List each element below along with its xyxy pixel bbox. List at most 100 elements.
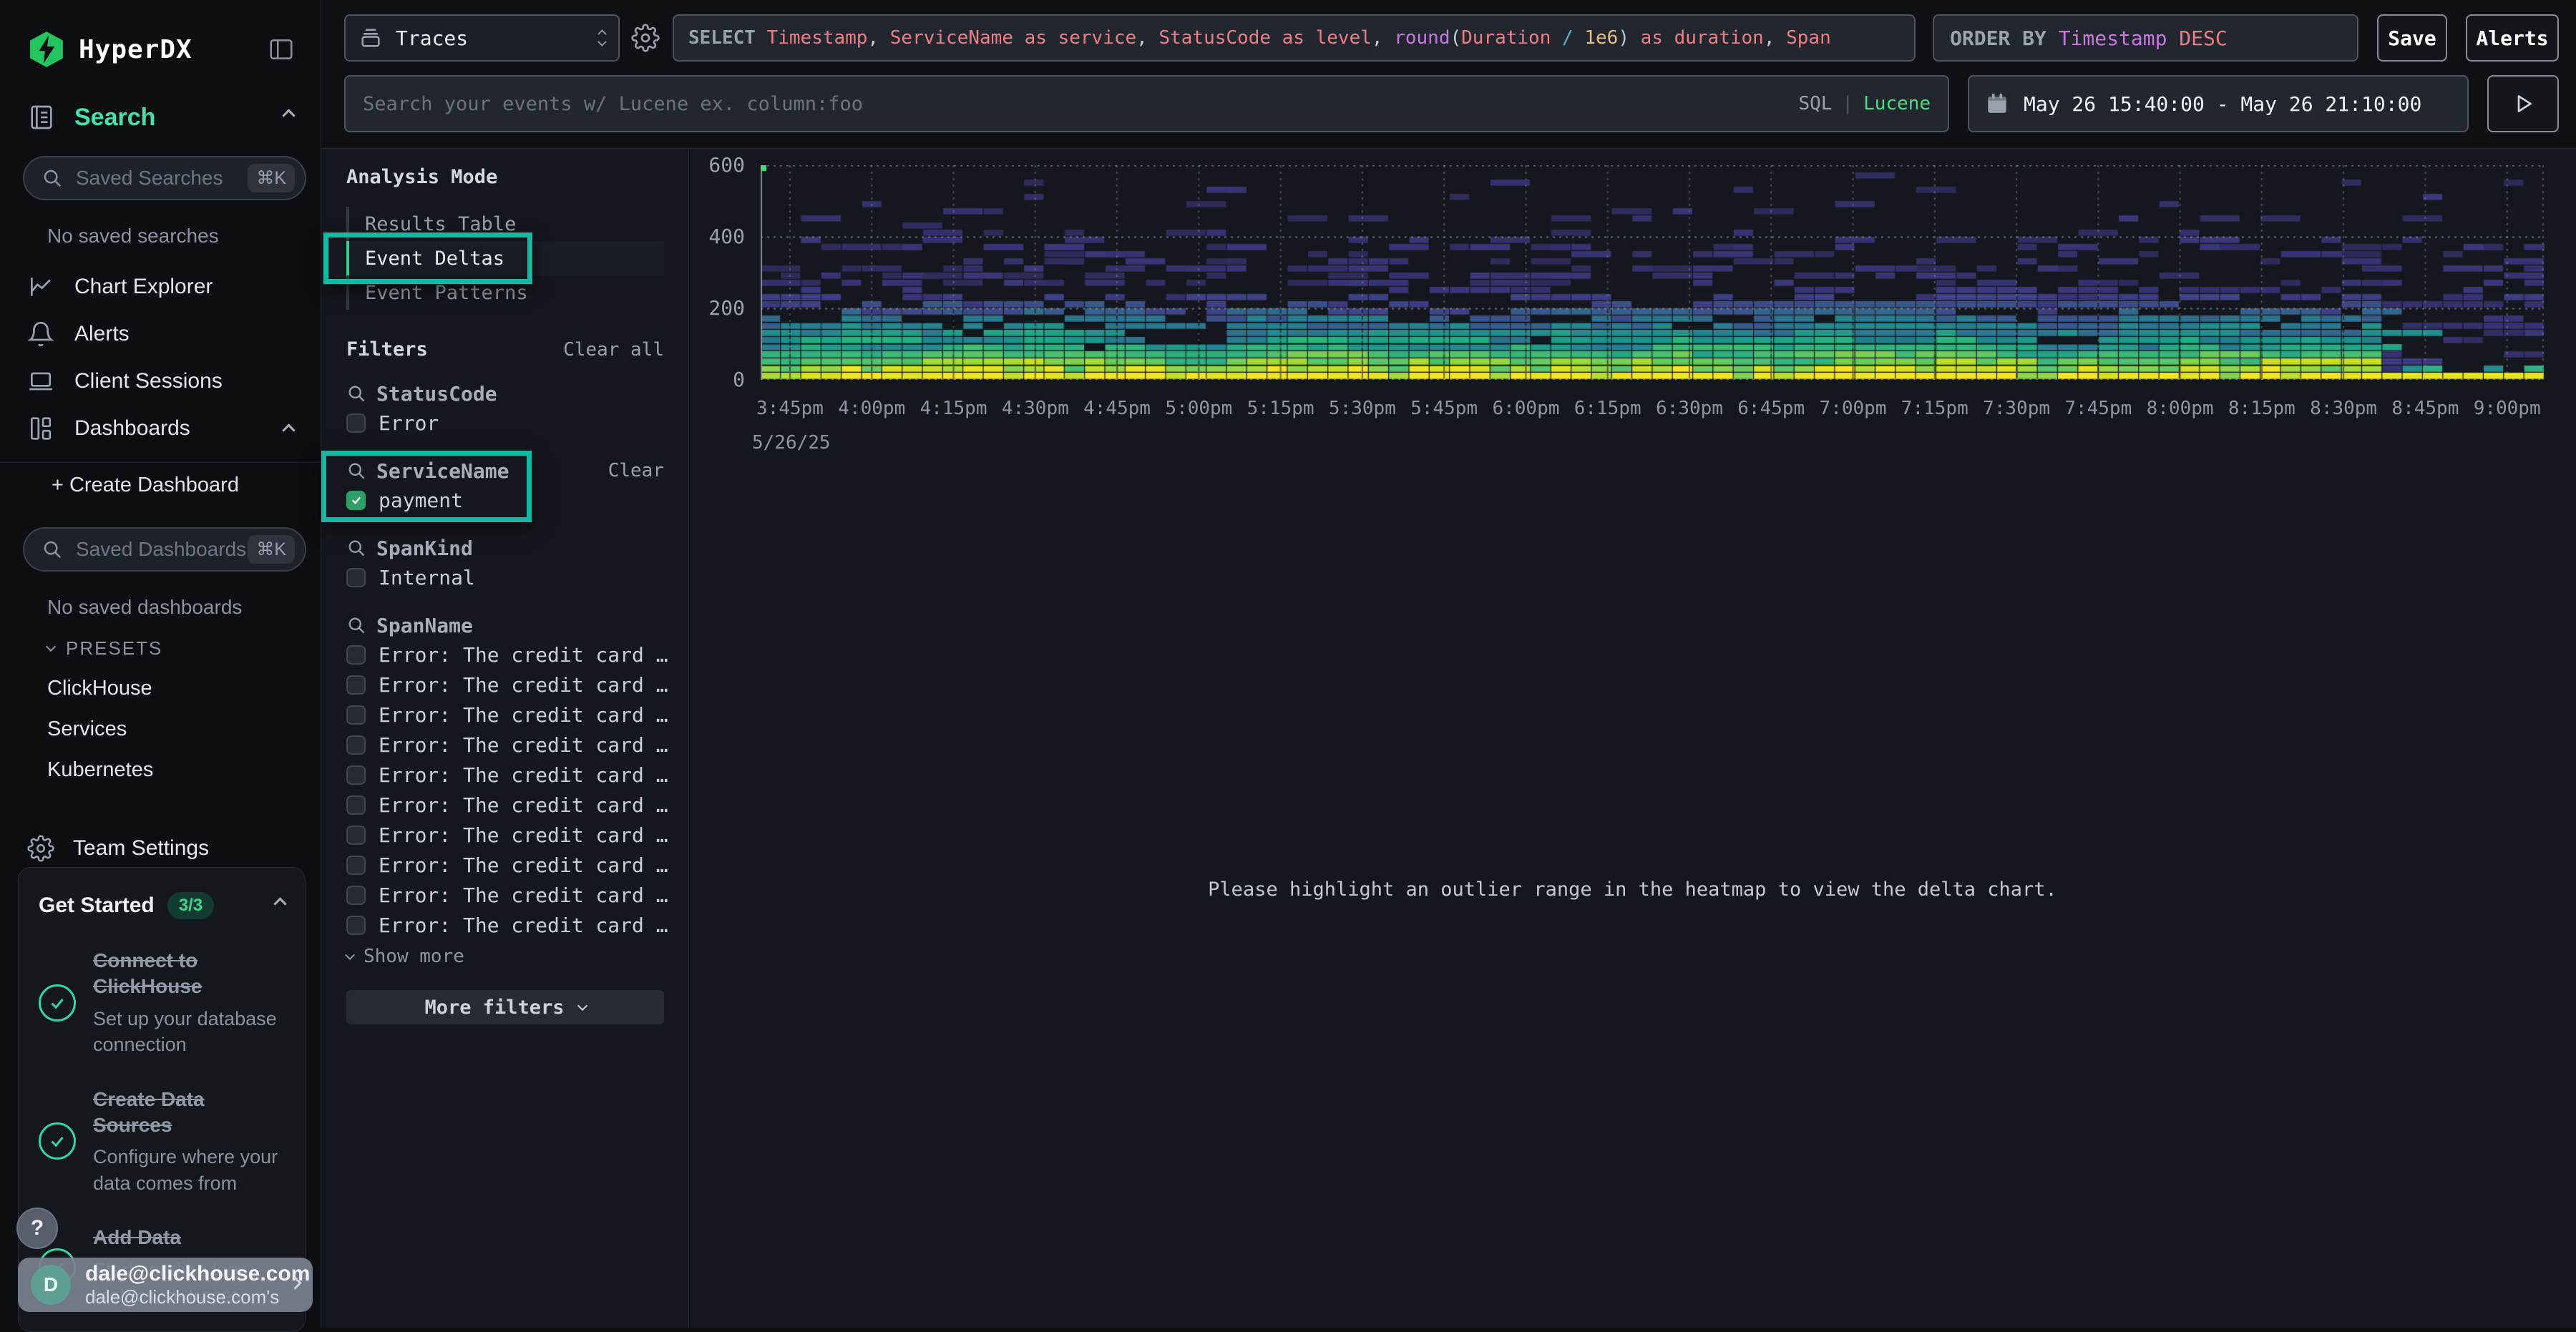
filter-option[interactable]: Error: The credit card … [346, 910, 664, 940]
saved-searches-input[interactable]: Saved Searches ⌘K [23, 156, 306, 200]
analysis-mode-list: Results Table Event Deltas Event Pattern… [346, 207, 664, 310]
chevron-up-icon[interactable] [284, 416, 293, 441]
preset-item-kubernetes[interactable]: Kubernetes [47, 758, 321, 782]
x-axis-tick: 5:30pm [1329, 398, 1396, 419]
checkbox[interactable] [346, 795, 366, 815]
filter-option-label: Error: The credit card … [379, 733, 668, 757]
get-started-item-subtitle: Configure where your data comes from [93, 1144, 285, 1196]
play-icon [2510, 91, 2536, 117]
check-circle-icon [39, 1122, 76, 1160]
checkbox[interactable] [346, 705, 366, 725]
search-input[interactable]: Search your events w/ Lucene ex. column:… [344, 75, 1949, 132]
sidebar-collapse-icon[interactable] [268, 36, 295, 63]
analysis-mode-results-table[interactable]: Results Table [346, 207, 664, 241]
sidebar-item-label: Alerts [74, 322, 130, 346]
heatmap-canvas[interactable] [761, 165, 2545, 380]
app-root: HyperDX Search Saved Searches ⌘K No save… [0, 0, 2576, 1328]
preset-item-clickhouse[interactable]: ClickHouse [47, 677, 321, 700]
filter-option[interactable]: Error [346, 408, 664, 438]
checkbox[interactable] [346, 675, 366, 695]
kbd-shortcut: ⌘K [248, 164, 295, 192]
filter-group-SpanName: SpanNameError: The credit card …Error: T… [346, 611, 664, 967]
filter-option[interactable]: Error: The credit card … [346, 850, 664, 880]
filter-option[interactable]: Error: The credit card … [346, 790, 664, 820]
checkbox[interactable] [346, 765, 366, 785]
sidebar-section-search[interactable]: Search [0, 103, 321, 132]
x-axis-tick: 6:00pm [1492, 398, 1559, 419]
get-started-item[interactable]: Explore Your Data [39, 1326, 285, 1332]
x-axis-tick: 3:45pm [756, 398, 824, 419]
filter-option[interactable]: Error: The credit card … [346, 820, 664, 850]
source-settings-button[interactable] [631, 14, 660, 62]
user-menu[interactable]: D dale@clickhouse.com dale@clickhouse.co… [18, 1258, 313, 1312]
checkbox[interactable] [346, 886, 366, 905]
x-axis-tick: 6:15pm [1574, 398, 1641, 419]
app-title: HyperDX [79, 35, 192, 64]
sidebar-item-dashboards[interactable]: Dashboards [0, 405, 321, 452]
filter-group-name: SpanName [376, 614, 473, 637]
date-range-picker[interactable]: May 26 15:40:00 - May 26 21:10:00 [1968, 75, 2469, 132]
user-email: dale@clickhouse.com [85, 1261, 291, 1286]
filter-option[interactable]: Internal [346, 562, 664, 592]
filter-clear-link[interactable]: Clear [608, 460, 664, 481]
main-content: Traces SELECT Timestamp, ServiceName as … [321, 0, 2576, 1328]
filter-option[interactable]: payment [346, 485, 664, 515]
calendar-icon [1985, 92, 2009, 116]
no-saved-dashboards-note: No saved dashboards [47, 596, 321, 619]
checkbox[interactable] [346, 735, 366, 755]
filter-option[interactable]: Error: The credit card … [346, 670, 664, 700]
sidebar-item-team-settings[interactable]: Team Settings [0, 835, 321, 862]
orderby-input[interactable]: ORDER BY Timestamp DESC [1933, 14, 2358, 62]
create-dashboard-button[interactable]: + Create Dashboard [0, 463, 321, 507]
search-icon [346, 538, 366, 558]
filter-option[interactable]: Error: The credit card … [346, 730, 664, 760]
checkbox[interactable] [346, 645, 366, 665]
sidebar-item-client-sessions[interactable]: Client Sessions [0, 358, 321, 405]
source-select[interactable]: Traces [344, 14, 620, 62]
x-axis-tick: 6:45pm [1737, 398, 1805, 419]
get-started-header[interactable]: Get Started 3/3 [39, 892, 285, 919]
chevron-up-icon[interactable] [284, 111, 293, 124]
filter-option[interactable]: Error: The credit card … [346, 640, 664, 670]
checkbox-checked[interactable] [346, 491, 366, 510]
search-icon [346, 615, 366, 635]
workspace: Analysis Mode Results Table Event Deltas… [321, 148, 2576, 1328]
save-button[interactable]: Save [2377, 14, 2447, 62]
preset-item-services[interactable]: Services [47, 718, 321, 741]
get-started-item[interactable]: Create Data Sources Configure where your… [39, 1087, 285, 1197]
show-more-link[interactable]: Show more [346, 946, 664, 967]
filter-option[interactable]: Error: The credit card … [346, 880, 664, 910]
checkbox[interactable] [346, 826, 366, 845]
presets-toggle[interactable]: PRESETS [47, 637, 321, 660]
orderby-query: ORDER BY Timestamp DESC [1950, 26, 2228, 50]
checkbox[interactable] [346, 568, 366, 587]
sidebar-section-search-label: Search [74, 104, 155, 132]
get-started-item-subtitle: Set up your database connection [93, 1006, 285, 1058]
sql-query-input[interactable]: SELECT Timestamp, ServiceName as service… [673, 14, 1916, 62]
sidebar-item-label: Chart Explorer [74, 275, 213, 299]
checkbox[interactable] [346, 413, 366, 433]
chevron-up-icon[interactable] [275, 899, 285, 912]
analysis-mode-event-patterns[interactable]: Event Patterns [346, 275, 664, 310]
get-started-item-title: Create Data Sources [93, 1087, 285, 1139]
get-started-item[interactable]: Connect to ClickHouse Set up your databa… [39, 948, 285, 1058]
analysis-mode-event-deltas[interactable]: Event Deltas [346, 241, 664, 275]
language-lucene-toggle[interactable]: Lucene [1863, 93, 1931, 114]
help-button[interactable]: ? [16, 1208, 58, 1249]
x-axis-tick: 6:30pm [1656, 398, 1723, 419]
checkbox[interactable] [346, 856, 366, 875]
heatmap-date-label: 5/26/25 [752, 432, 831, 454]
more-filters-button[interactable]: More filters [346, 990, 664, 1024]
run-query-button[interactable] [2487, 75, 2559, 132]
sidebar-nav: Chart Explorer Alerts Client Sessions Da… [0, 263, 321, 452]
sidebar-item-chart-explorer[interactable]: Chart Explorer [0, 263, 321, 310]
clear-all-link[interactable]: Clear all [563, 339, 664, 361]
sidebar-item-alerts[interactable]: Alerts [0, 310, 321, 358]
filter-option[interactable]: Error: The credit card … [346, 760, 664, 790]
checkbox[interactable] [346, 916, 366, 935]
alerts-button[interactable]: Alerts [2466, 14, 2559, 62]
get-started-item-title: Connect to ClickHouse [93, 948, 285, 1000]
language-sql-toggle[interactable]: SQL [1798, 93, 1832, 114]
saved-dashboards-input[interactable]: Saved Dashboards ⌘K [23, 527, 306, 572]
filter-option[interactable]: Error: The credit card … [346, 700, 664, 730]
